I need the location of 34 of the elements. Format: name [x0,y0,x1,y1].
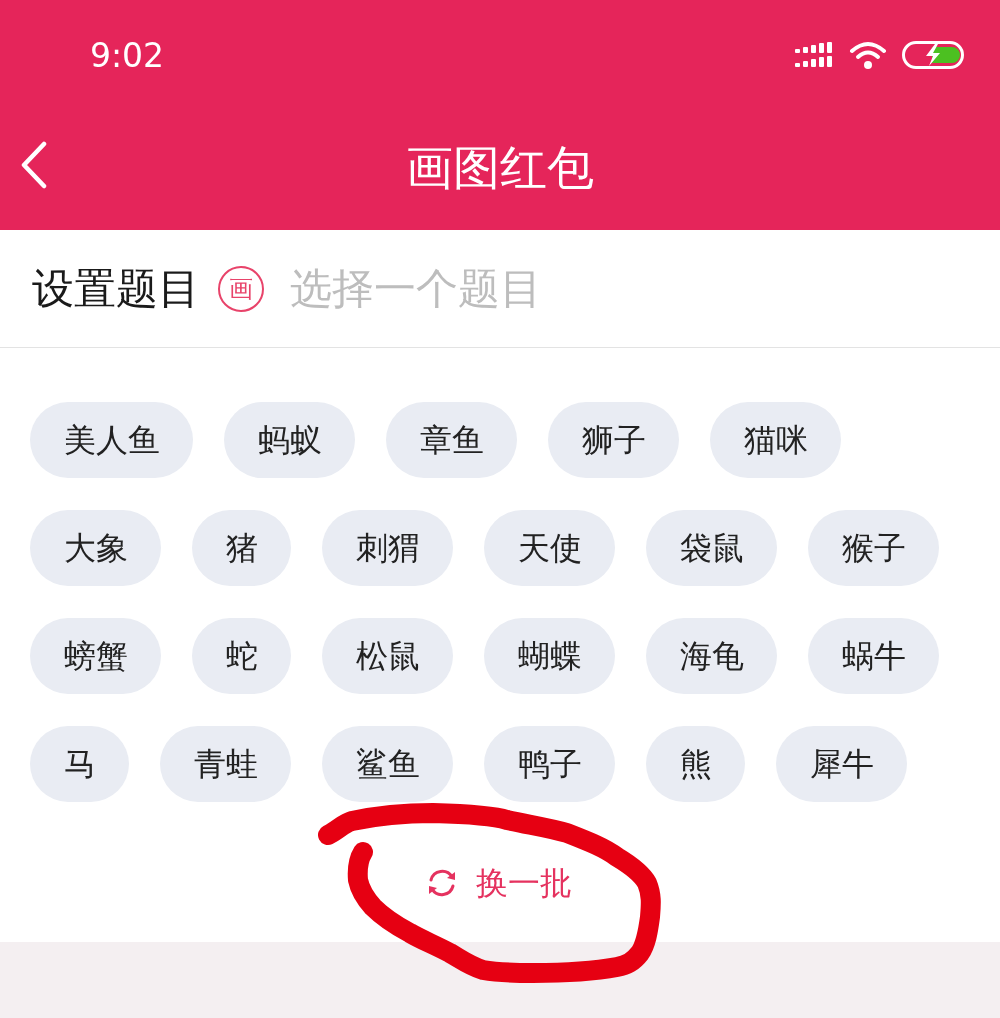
topic-label: 设置题目 [32,267,200,310]
topic-chip[interactable]: 猴子 [808,510,939,586]
topic-chip[interactable]: 大象 [30,510,161,586]
topic-chip[interactable]: 美人鱼 [30,402,193,478]
topic-chip[interactable]: 猪 [192,510,291,586]
topic-chip[interactable]: 青蛙 [160,726,291,802]
battery-charging-icon [902,41,964,69]
topic-chip[interactable]: 章鱼 [386,402,517,478]
topic-chip[interactable]: 螃蟹 [30,618,161,694]
topic-chip[interactable]: 蝴蝶 [484,618,615,694]
topic-chip[interactable]: 鲨鱼 [322,726,453,802]
topic-chip[interactable]: 海龟 [646,618,777,694]
topic-chip[interactable]: 熊 [646,726,745,802]
topic-chip[interactable]: 松鼠 [322,618,453,694]
refresh-icon [426,867,458,899]
topic-field[interactable]: 选择一个题目 [290,258,970,319]
wifi-icon [849,40,887,70]
topic-chip[interactable]: 狮子 [548,402,679,478]
topic-chip[interactable]: 袋鼠 [646,510,777,586]
character-badge: 画 [218,265,264,312]
topic-chip[interactable]: 鸭子 [484,726,615,802]
signal-icon [795,42,833,68]
page-title: 画图红包 [406,143,594,191]
topic-chip[interactable]: 蜗牛 [808,618,939,694]
refresh-button[interactable]: 换一批 [426,857,572,909]
back-chevron-icon [20,141,48,189]
topic-chip[interactable]: 蛇 [192,618,291,694]
topic-chip[interactable]: 蚂蚁 [224,402,355,478]
topic-chip[interactable]: 猫咪 [710,402,841,478]
topic-chip[interactable]: 刺猬 [322,510,453,586]
topic-chip[interactable]: 犀牛 [776,726,907,802]
status-time: 9:02 [90,38,165,72]
topic-chip[interactable]: 马 [30,726,129,802]
topic-chip[interactable]: 天使 [484,510,615,586]
